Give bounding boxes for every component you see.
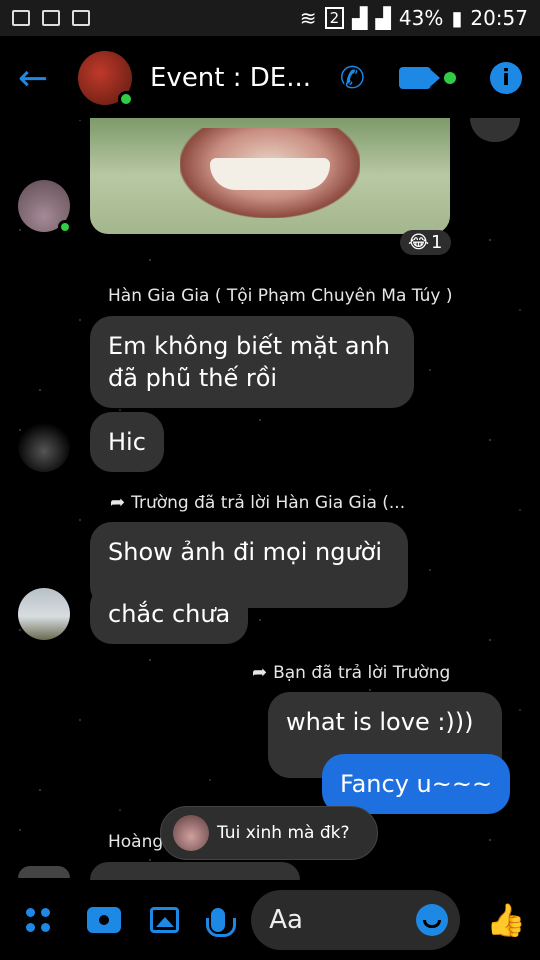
conversation-header: ← Event : DE... ✆ i [0,36,540,120]
sender-name: Hàn Gia Gia ( Tội Phạm Chuyên Ma Túy ) [108,286,453,306]
sender-name: Hoàng [108,832,164,852]
reaction-emoji: 😂 [408,232,430,253]
notification-icons [12,10,90,26]
new-message-preview[interactable]: Tui xinh mà đk? [160,806,378,860]
image-icon[interactable] [149,907,180,933]
wifi-icon: ≋ [299,6,317,30]
emoji-icon[interactable] [416,904,449,936]
avatar[interactable] [18,420,70,472]
avatar[interactable] [18,866,70,878]
message-text: what is love :))) [286,708,474,736]
group-avatar[interactable] [78,51,134,107]
reply-label: ➦ Trường đã trả lời Hàn Gia Gia (... [110,492,405,513]
conversation-title[interactable]: Event : DE... [150,63,320,93]
video-camera-icon [399,67,440,89]
battery-icon: ▮ [451,6,463,30]
signal-icon: ▟ [352,6,368,30]
reaction-badge[interactable]: 😂 1 [400,230,451,255]
message-bubble[interactable]: chắc chưa [90,584,249,644]
message-bubble[interactable]: Hic [90,412,164,472]
reply-label-text: Bạn đã trả lời Trường [273,662,451,683]
message-bubble[interactable] [90,862,300,880]
arrow-left-icon: ← [18,57,49,99]
recycle-notification-icon [72,10,90,26]
sim-badge: 2 [324,7,345,29]
message-text-line: đã phũ thế rồi [108,364,278,392]
online-indicator [58,220,72,234]
sent-message-bubble[interactable]: Fancy u~~~ [322,754,511,814]
system-icons: ≋ 2 ▟ ▟ 43% ▮ 20:57 [300,6,528,30]
status-bar: ≋ 2 ▟ ▟ 43% ▮ 20:57 [0,0,540,36]
camera-icon[interactable] [86,907,121,933]
avatar[interactable] [18,588,70,640]
reply-arrow-icon: ➦ [252,662,268,683]
info-icon[interactable]: i [490,62,522,94]
image-notification-icon [12,10,30,26]
thumbs-up-icon[interactable]: 👍 [486,901,526,939]
photo-message[interactable] [90,118,450,234]
apps-grid-icon[interactable] [26,908,74,932]
checkbox-notification-icon [42,10,60,26]
battery-percent: 43% [398,6,444,30]
reply-label: ➦ Bạn đã trả lời Trường [252,662,450,683]
message-input-container[interactable] [251,890,461,950]
reply-label-text: Trường đã trả lời Hàn Gia Gia (... [131,492,406,513]
video-call-button[interactable] [399,67,456,89]
signal-icon-2: ▟ [375,6,391,30]
message-input[interactable] [269,905,410,935]
back-button[interactable]: ← [18,58,68,99]
message-text: Fancy u~~~ [340,770,493,798]
message-text: Show ảnh đi mọi người [108,538,383,566]
reply-arrow-icon: ➦ [110,492,126,513]
message-text-line: Em không biết mặt anh [108,332,390,360]
clock: 20:57 [470,6,528,30]
video-active-dot [444,72,456,84]
reaction-count: 1 [431,232,443,253]
message-composer: 👍 [0,880,540,960]
message-text: chắc chưa [108,600,231,628]
message-bubble[interactable]: Em không biết mặt anh đã phũ thế rồi [90,316,414,408]
phone-icon[interactable]: ✆ [340,61,365,96]
preview-avatar [173,815,209,851]
preview-text: Tui xinh mà đk? [217,823,350,843]
photo-content-detail [210,158,330,190]
microphone-icon[interactable] [206,908,237,937]
message-text: Hic [108,428,146,456]
avatar[interactable] [18,180,72,234]
online-indicator [118,91,134,107]
